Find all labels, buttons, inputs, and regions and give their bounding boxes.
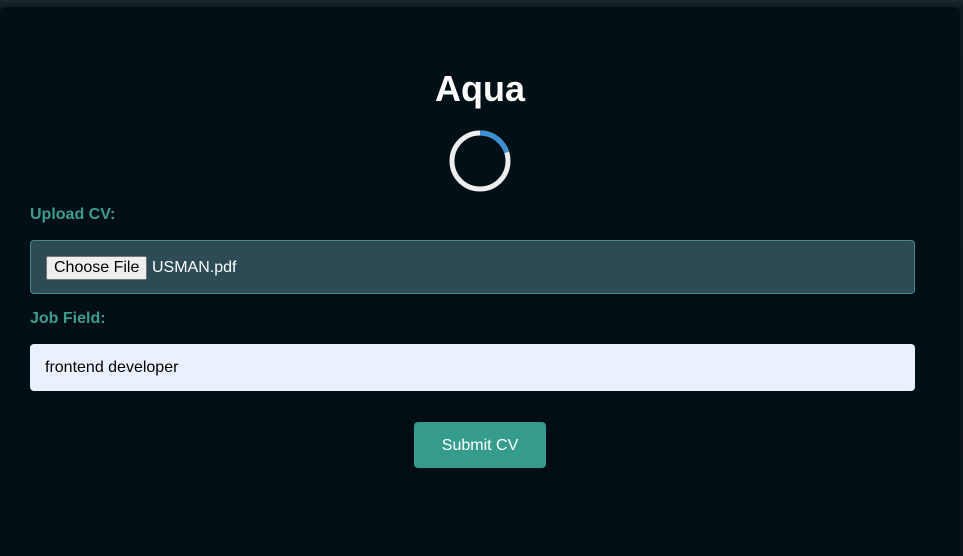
choose-file-button[interactable]: Choose File: [46, 256, 148, 280]
cv-upload-card: Aqua Upload CV: Choose File USMAN.pdf Jo…: [0, 7, 960, 556]
loading-spinner-icon: [449, 130, 511, 192]
job-field-input[interactable]: [30, 344, 915, 391]
app-title: Aqua: [435, 68, 525, 109]
job-field-label: Job Field:: [30, 310, 106, 327]
file-upload-field[interactable]: Choose File USMAN.pdf: [30, 240, 915, 294]
selected-file-name: USMAN.pdf: [152, 259, 237, 276]
submit-cv-button[interactable]: Submit CV: [414, 422, 546, 468]
upload-cv-label: Upload CV:: [30, 206, 116, 223]
